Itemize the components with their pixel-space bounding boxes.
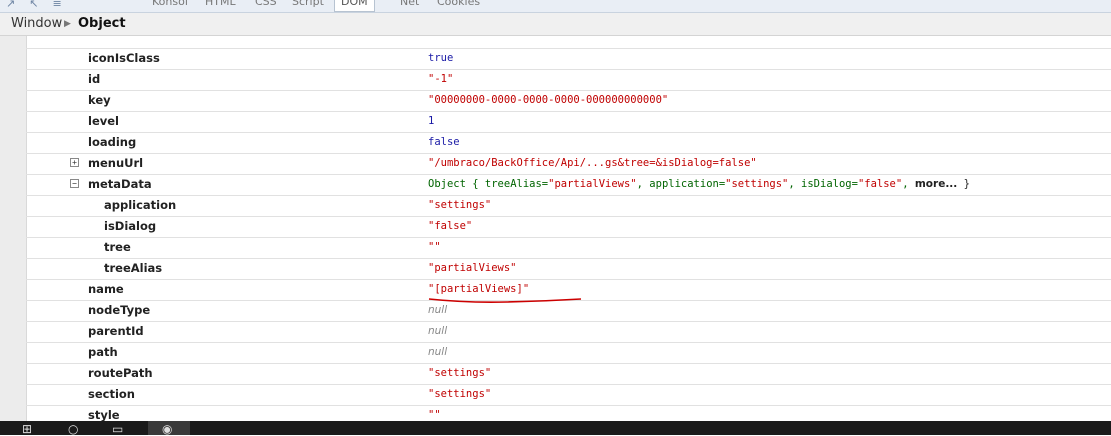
search-icon[interactable]: ○ bbox=[68, 422, 78, 436]
breadcrumb-separator-icon: ▶ bbox=[64, 19, 71, 29]
table-row[interactable]: loading false bbox=[26, 132, 1111, 154]
tab-net[interactable]: Net bbox=[400, 0, 419, 11]
breadcrumb-object[interactable]: Object bbox=[78, 16, 126, 31]
dom-property-list: iconIsClass true id "-1" key "00000000-0000-0… bbox=[26, 36, 1111, 421]
table-row[interactable]: application "settings" bbox=[26, 195, 1111, 217]
property-value[interactable]: "" bbox=[428, 409, 441, 421]
property-value[interactable]: "false" bbox=[428, 220, 472, 232]
property-value[interactable]: "settings" bbox=[428, 199, 491, 211]
table-row[interactable]: id "-1" bbox=[26, 69, 1111, 91]
tab-css[interactable]: CSS bbox=[255, 0, 277, 11]
property-value[interactable]: null bbox=[428, 346, 447, 358]
property-value[interactable]: "-1" bbox=[428, 73, 453, 85]
property-value[interactable]: "00000000-0000-0000-0000-000000000000" bbox=[428, 94, 668, 106]
property-key[interactable]: isDialog bbox=[104, 219, 156, 233]
property-key[interactable]: name bbox=[88, 282, 124, 296]
property-value[interactable]: null bbox=[428, 325, 447, 337]
table-row[interactable]: iconIsClass true bbox=[26, 48, 1111, 70]
table-row[interactable]: − metaData Object { treeAlias="partialView… bbox=[26, 174, 1111, 196]
property-value[interactable]: "partialViews" bbox=[428, 262, 517, 274]
inspect-icon[interactable]: ↗ bbox=[6, 0, 15, 10]
property-key[interactable]: treeAlias bbox=[104, 261, 162, 275]
object-pair-key: isDialog= bbox=[801, 178, 858, 190]
property-key[interactable]: menuUrl bbox=[88, 156, 143, 170]
table-row[interactable]: style "" bbox=[26, 405, 1111, 421]
table-row[interactable]: treeAlias "partialViews" bbox=[26, 258, 1111, 280]
property-key[interactable]: id bbox=[88, 72, 100, 86]
property-key[interactable]: style bbox=[88, 408, 120, 421]
table-row[interactable]: key "00000000-0000-0000-0000-000000000000… bbox=[26, 90, 1111, 112]
task-view-icon[interactable]: ▭ bbox=[112, 422, 123, 436]
property-value[interactable]: "[partialViews]" bbox=[428, 283, 529, 295]
object-pair-value: "partialViews" bbox=[548, 178, 637, 190]
table-row[interactable]: path null bbox=[26, 342, 1111, 364]
object-pair-value: "settings" bbox=[725, 178, 789, 190]
breadcrumb: Window ▶ Object bbox=[0, 13, 1111, 36]
property-key[interactable]: iconIsClass bbox=[88, 51, 160, 65]
expand-icon[interactable]: + bbox=[70, 158, 79, 167]
table-row[interactable]: parentId null bbox=[26, 321, 1111, 343]
property-key[interactable]: parentId bbox=[88, 324, 144, 338]
start-icon[interactable]: ⊞ bbox=[22, 422, 32, 436]
tab-dom[interactable]: DOM bbox=[334, 0, 375, 12]
property-value[interactable]: true bbox=[428, 52, 453, 64]
object-pair-value: "false" bbox=[857, 178, 903, 190]
breadcrumb-window[interactable]: Window bbox=[11, 16, 62, 31]
browser-icon[interactable]: ◉ bbox=[162, 422, 172, 436]
collapse-icon[interactable]: − bbox=[70, 179, 79, 188]
property-key[interactable]: application bbox=[104, 198, 176, 212]
property-key[interactable]: section bbox=[88, 387, 135, 401]
property-value[interactable]: Object { treeAlias="partialViews", appli… bbox=[428, 178, 970, 190]
toolbar-icons: ↗ ↖ ≡ bbox=[6, 0, 62, 10]
console-icon[interactable]: ≡ bbox=[52, 0, 61, 10]
property-value[interactable]: "settings" bbox=[428, 388, 491, 400]
pointer-icon[interactable]: ↖ bbox=[29, 0, 38, 10]
object-pair-key: application= bbox=[649, 178, 726, 190]
property-key[interactable]: loading bbox=[88, 135, 136, 149]
property-value[interactable]: "" bbox=[428, 241, 441, 253]
table-row[interactable]: + menuUrl "/umbraco/BackOffice/Api/...gs&t… bbox=[26, 153, 1111, 175]
property-key[interactable]: nodeType bbox=[88, 303, 150, 317]
tab-script[interactable]: Script bbox=[292, 0, 324, 11]
table-row[interactable]: isDialog "false" bbox=[26, 216, 1111, 238]
property-value[interactable]: null bbox=[428, 304, 447, 316]
property-key[interactable]: routePath bbox=[88, 366, 153, 380]
table-row[interactable]: tree "" bbox=[26, 237, 1111, 259]
property-value[interactable]: "settings" bbox=[428, 367, 491, 379]
devtools-tab-bar: ↗ ↖ ≡ Konsol HTML CSS Script DOM Net Coo… bbox=[0, 0, 1111, 13]
property-value[interactable]: "/umbraco/BackOffice/Api/...gs&tree=&isD… bbox=[428, 157, 757, 169]
table-row[interactable]: section "settings" bbox=[26, 384, 1111, 406]
table-row[interactable]: level 1 bbox=[26, 111, 1111, 133]
object-suffix: } bbox=[963, 178, 970, 190]
object-pair-key: treeAlias= bbox=[484, 178, 549, 190]
left-gutter bbox=[0, 36, 27, 421]
tab-html[interactable]: HTML bbox=[205, 0, 236, 11]
table-row[interactable]: routePath "settings" bbox=[26, 363, 1111, 385]
property-value[interactable]: false bbox=[428, 136, 460, 148]
annotation-underline bbox=[428, 298, 582, 303]
property-key[interactable]: metaData bbox=[88, 177, 152, 191]
tab-cookies[interactable]: Cookies bbox=[437, 0, 480, 11]
property-key[interactable]: level bbox=[88, 114, 119, 128]
property-value[interactable]: 1 bbox=[428, 115, 434, 127]
property-key[interactable]: path bbox=[88, 345, 118, 359]
taskbar: ⊞ ○ ▭ ◉ bbox=[0, 421, 1111, 436]
tab-konsol[interactable]: Konsol bbox=[152, 0, 188, 11]
more-link[interactable]: more... bbox=[915, 178, 957, 190]
property-key[interactable]: key bbox=[88, 93, 111, 107]
object-prefix: Object { bbox=[428, 178, 479, 190]
property-key[interactable]: tree bbox=[104, 240, 131, 254]
